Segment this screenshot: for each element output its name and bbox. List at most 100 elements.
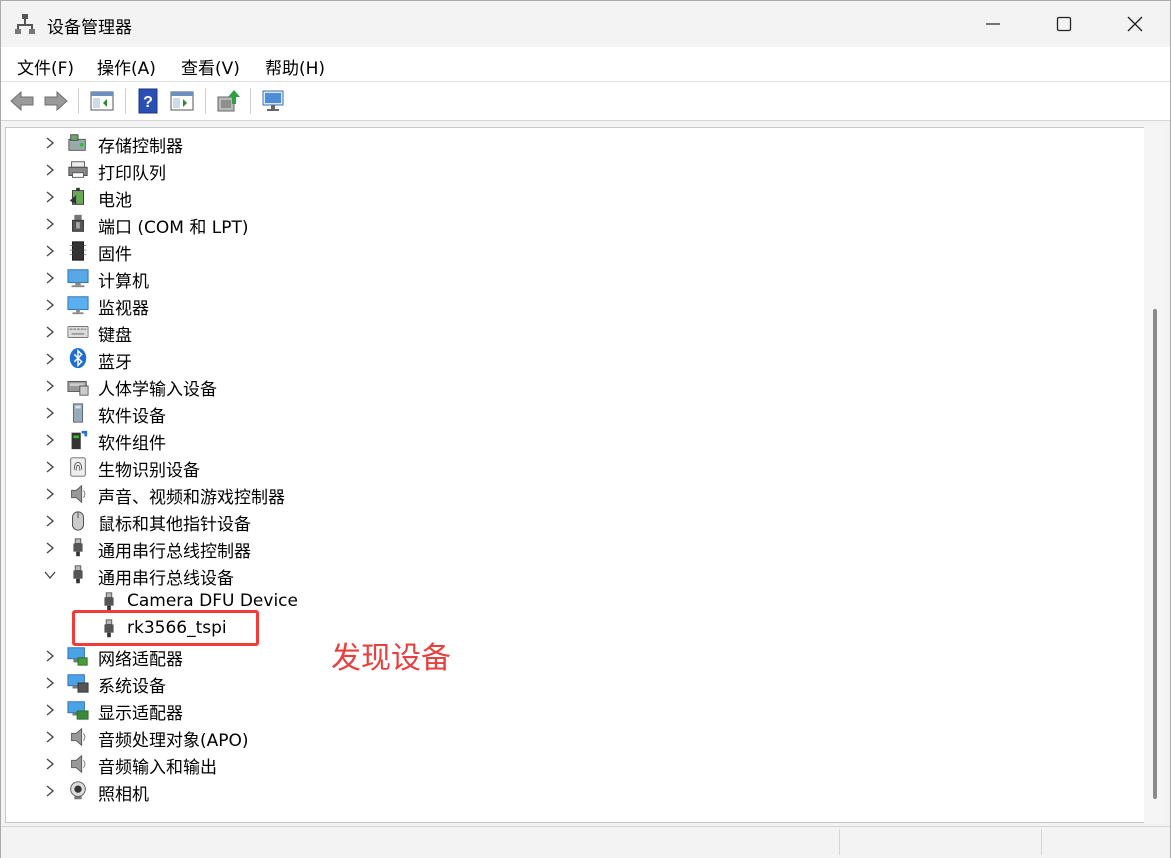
tree-item-label: 监视器 xyxy=(98,299,149,319)
help-icon[interactable]: ? xyxy=(135,88,161,114)
tree-item-label: 显示适配器 xyxy=(98,704,183,724)
chevron-right-icon[interactable] xyxy=(44,461,56,473)
battery-icon xyxy=(69,187,84,205)
chevron-right-icon[interactable] xyxy=(44,785,56,797)
tree-item-label: 音频处理对象(APO) xyxy=(98,731,249,751)
tree-category-item[interactable]: 键盘 xyxy=(6,319,606,346)
chevron-right-icon[interactable] xyxy=(44,164,56,176)
tree-category-item[interactable]: 打印队列 xyxy=(6,157,606,184)
tree-category-item[interactable]: 计算机 xyxy=(6,265,606,292)
tree-item-label: 键盘 xyxy=(98,326,132,346)
tree-category-item[interactable]: 软件组件 xyxy=(6,427,606,454)
firmware-icon xyxy=(69,241,87,261)
speaker-icon xyxy=(71,727,86,747)
maximize-button[interactable] xyxy=(1041,1,1087,47)
chevron-right-icon[interactable] xyxy=(44,731,56,743)
toolbar: ? xyxy=(1,82,1170,121)
chevron-right-icon[interactable] xyxy=(44,677,56,689)
tree-category-item[interactable]: 系统设备 xyxy=(6,670,606,697)
chevron-down-icon[interactable] xyxy=(44,569,56,581)
highlight-box xyxy=(72,610,259,646)
tree-item-label: 固件 xyxy=(98,245,132,265)
tree-category-item[interactable]: 存储控制器 xyxy=(6,130,606,157)
printer-icon xyxy=(68,161,88,178)
tree-item-label: 打印队列 xyxy=(98,164,166,184)
tree-category-item[interactable]: 监视器 xyxy=(6,292,606,319)
tree-item-label: 通用串行总线设备 xyxy=(98,569,234,589)
chevron-right-icon[interactable] xyxy=(44,353,56,365)
tree-item-label: 音频输入和输出 xyxy=(98,758,217,778)
tree-item-label: 蓝牙 xyxy=(98,353,132,373)
chevron-right-icon[interactable] xyxy=(44,758,56,770)
chevron-right-icon[interactable] xyxy=(44,245,56,257)
minimize-button[interactable] xyxy=(970,1,1016,47)
tree-category-item[interactable]: 声音、视频和游戏控制器 xyxy=(6,481,606,508)
chevron-right-icon[interactable] xyxy=(44,272,56,284)
chevron-right-icon[interactable] xyxy=(44,326,56,338)
tree-item-label: 计算机 xyxy=(98,272,149,292)
tree-category-item[interactable]: 软件设备 xyxy=(6,400,606,427)
tree-category-item[interactable]: 电池 xyxy=(6,184,606,211)
chevron-right-icon[interactable] xyxy=(44,407,56,419)
tree-item-label: 人体学输入设备 xyxy=(98,380,217,400)
tree-category-item[interactable]: 通用串行总线设备 xyxy=(6,562,606,589)
tree-item-label: 网络适配器 xyxy=(98,650,183,670)
usb-icon xyxy=(73,565,83,584)
menu-view[interactable]: 查看(V) xyxy=(181,54,240,79)
tree-category-item[interactable]: 固件 xyxy=(6,238,606,265)
tree-category-item[interactable]: 通用串行总线控制器 xyxy=(6,535,606,562)
menu-help[interactable]: 帮助(H) xyxy=(265,54,325,79)
chevron-right-icon[interactable] xyxy=(44,218,56,230)
keyboard-icon xyxy=(67,326,89,338)
tree-category-item[interactable]: 生物识别设备 xyxy=(6,454,606,481)
tree-item-label: 存储控制器 xyxy=(98,137,183,157)
tree-category-item[interactable]: 音频输入和输出 xyxy=(6,751,606,778)
chevron-right-icon[interactable] xyxy=(44,137,56,149)
chevron-right-icon[interactable] xyxy=(44,704,56,716)
annotation-label: 发现设备 xyxy=(331,641,451,676)
menu-file[interactable]: 文件(F) xyxy=(17,54,74,79)
tree-item-label: 通用串行总线控制器 xyxy=(98,542,251,562)
tree-item-label: 软件组件 xyxy=(98,434,166,454)
scan-hardware-icon[interactable] xyxy=(261,88,287,114)
tree-category-item[interactable]: 蓝牙 xyxy=(6,346,606,373)
software-device-icon xyxy=(72,403,84,423)
tree-item-label: 端口 (COM 和 LPT) xyxy=(98,218,249,238)
back-arrow-icon[interactable] xyxy=(9,88,35,114)
chevron-right-icon[interactable] xyxy=(44,299,56,311)
tree-category-item[interactable]: 网络适配器 xyxy=(6,643,606,670)
tree-category-item[interactable]: 端口 (COM 和 LPT) xyxy=(6,211,606,238)
show-hide-console-tree-icon[interactable] xyxy=(89,88,115,114)
update-driver-icon[interactable] xyxy=(215,88,241,114)
hid-icon xyxy=(67,380,89,396)
properties-icon[interactable] xyxy=(169,88,195,114)
tree-category-item[interactable]: 显示适配器 xyxy=(6,697,606,724)
mouse-icon xyxy=(72,511,84,531)
chevron-right-icon[interactable] xyxy=(44,380,56,392)
forward-arrow-icon[interactable] xyxy=(43,88,69,114)
software-component-icon xyxy=(71,430,88,450)
chevron-right-icon[interactable] xyxy=(44,434,56,446)
tree-category-item[interactable]: 人体学输入设备 xyxy=(6,373,606,400)
tree-item-label: Camera DFU Device xyxy=(127,591,298,611)
menu-action[interactable]: 操作(A) xyxy=(97,54,156,79)
device-tree: 存储控制器打印队列 电池端口 (COM 和 LPT) 固件计算机监视器键盘蓝牙人体学… xyxy=(5,127,1146,823)
device-manager-icon xyxy=(15,14,35,34)
tree-category-item[interactable]: 照相机 xyxy=(6,778,606,805)
tree-item-label: 鼠标和其他指针设备 xyxy=(98,515,251,535)
status-bar xyxy=(1,826,1170,858)
webcam-icon xyxy=(70,781,86,800)
chevron-right-icon[interactable] xyxy=(44,515,56,527)
title-bar: 设备管理器 xyxy=(1,1,1170,47)
close-button[interactable] xyxy=(1112,1,1158,47)
tree-category-item[interactable]: 鼠标和其他指针设备 xyxy=(6,508,606,535)
display-adapter-icon xyxy=(67,701,89,720)
device-manager-window: 设备管理器 文件(F) 操作(A) 查看(V) 帮助(H) ? 存储控制器 打印… xyxy=(0,0,1171,858)
tree-category-item[interactable]: 音频处理对象(APO) xyxy=(6,724,606,751)
chevron-right-icon[interactable] xyxy=(44,191,56,203)
chevron-right-icon[interactable] xyxy=(44,650,56,662)
chevron-right-icon[interactable] xyxy=(44,488,56,500)
close-icon xyxy=(1127,16,1143,32)
scrollbar-thumb[interactable] xyxy=(1153,309,1157,799)
chevron-right-icon[interactable] xyxy=(44,542,56,554)
